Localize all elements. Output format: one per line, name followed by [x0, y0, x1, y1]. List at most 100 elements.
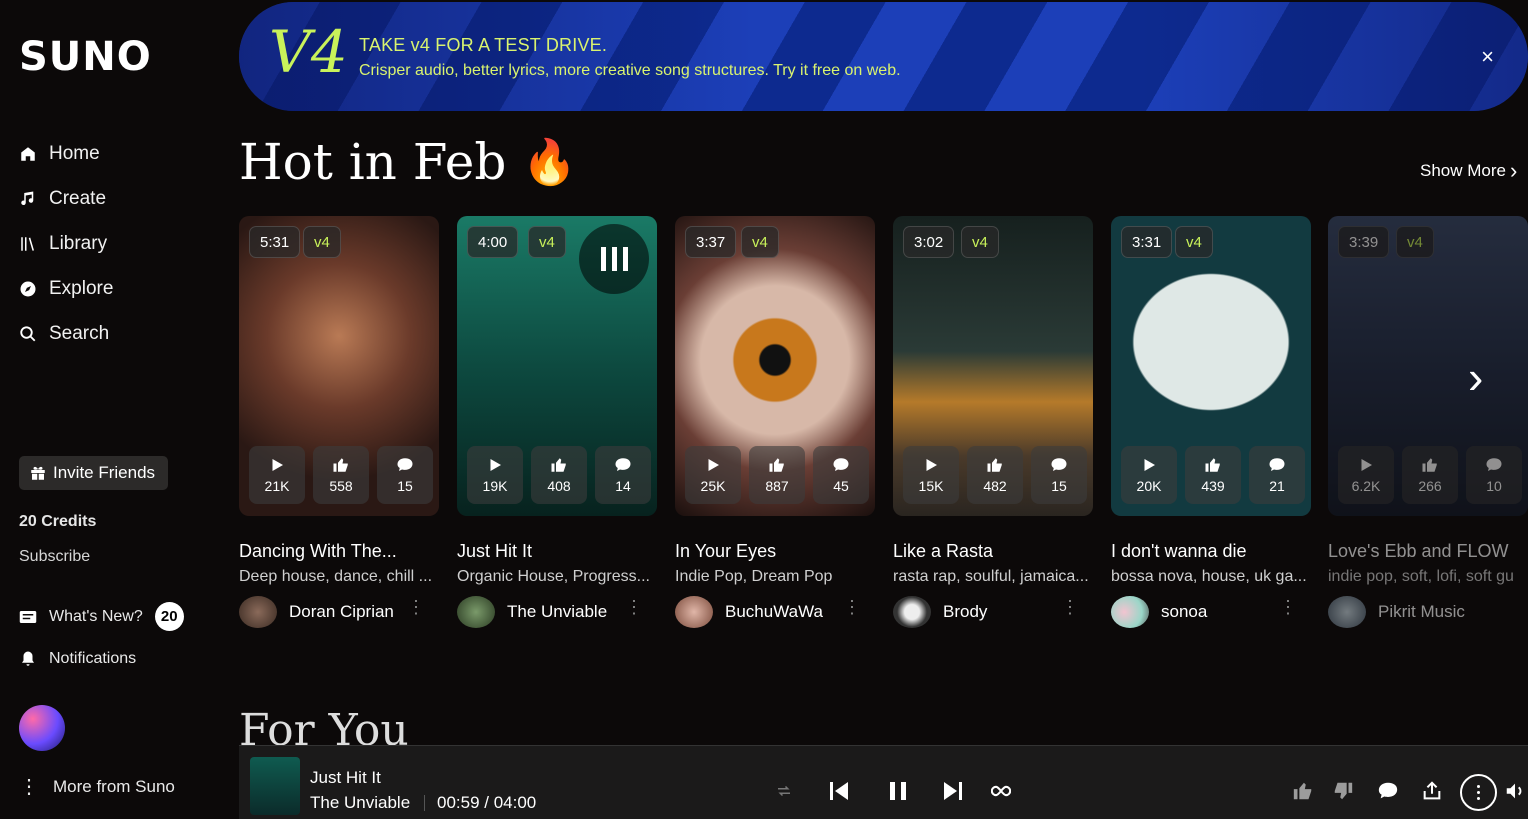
song-card[interactable]: 3:39 v4 6.2K 266 10 Love's Ebb and FLOW …: [1328, 216, 1528, 628]
like-count[interactable]: 439: [1185, 446, 1241, 504]
like-count[interactable]: 266: [1402, 446, 1458, 504]
subscribe-link[interactable]: Subscribe: [19, 548, 90, 566]
artist-row: BuchuWaWa ⋮: [675, 596, 875, 628]
more-options-icon[interactable]: ⋮: [1279, 598, 1297, 616]
version-badge: v4: [528, 226, 566, 258]
artist-avatar[interactable]: [1328, 596, 1366, 628]
artist-name[interactable]: sonoa: [1161, 602, 1207, 622]
comment-count[interactable]: 10: [1466, 446, 1522, 504]
song-cover[interactable]: 3:02 v4 15K 482 15: [893, 216, 1093, 516]
play-count[interactable]: 21K: [249, 446, 305, 504]
nav-search-label: Search: [49, 323, 110, 344]
nav-create[interactable]: Create: [19, 184, 106, 214]
thumbs-up-icon[interactable]: [1292, 780, 1314, 807]
whats-new-button[interactable]: What's New? 20: [19, 602, 184, 631]
nav-explore[interactable]: Explore: [19, 274, 113, 304]
song-card[interactable]: 3:31 v4 20K 439 21 I don't wanna die bos…: [1111, 216, 1311, 628]
song-card[interactable]: 3:37 v4 25K 887 45 In Your Eyes Indie Po…: [675, 216, 875, 628]
infinity-icon[interactable]: [991, 783, 1011, 799]
nav-search[interactable]: Search: [19, 319, 109, 349]
show-more-link[interactable]: Show More ›: [1420, 158, 1517, 184]
artist-avatar[interactable]: [239, 596, 277, 628]
play-count[interactable]: 15K: [903, 446, 959, 504]
more-options-icon[interactable]: [1460, 774, 1497, 811]
version-badge: v4: [303, 226, 341, 258]
artist-name[interactable]: BuchuWaWa: [725, 602, 823, 622]
suno-logo[interactable]: SUNO: [19, 34, 152, 80]
carousel-next-icon[interactable]: ›: [1468, 350, 1483, 404]
artist-name[interactable]: Doran Ciprian: [289, 602, 394, 622]
player-song-title[interactable]: Just Hit It: [310, 768, 381, 788]
skip-previous-icon[interactable]: [827, 779, 851, 803]
banner-subtitle: Crisper audio, better lyrics, more creat…: [359, 62, 901, 79]
artist-avatar[interactable]: [1111, 596, 1149, 628]
nav-library[interactable]: Library: [19, 229, 107, 259]
library-icon: [21, 237, 34, 251]
for-you-heading: For You: [239, 705, 409, 745]
player-artist-name[interactable]: The Unviable: [310, 793, 410, 813]
play-count[interactable]: 25K: [685, 446, 741, 504]
user-avatar[interactable]: [19, 705, 65, 751]
repeat-icon[interactable]: [775, 782, 793, 800]
skip-next-icon[interactable]: [941, 779, 965, 803]
close-icon[interactable]: ×: [1481, 44, 1494, 70]
like-count-value: 482: [983, 478, 1007, 494]
comment-icon[interactable]: [1377, 780, 1399, 807]
app: SUNO Home Create Library Explore Search …: [0, 0, 1528, 819]
song-title[interactable]: Dancing With The...: [239, 541, 439, 562]
comment-count[interactable]: 15: [1031, 446, 1087, 504]
song-card[interactable]: 4:00 v4 19K 408 14 Just Hit It Organic H…: [457, 216, 657, 628]
song-card[interactable]: 3:02 v4 15K 482 15 Like a Rasta rasta ra…: [893, 216, 1093, 628]
comment-count[interactable]: 15: [377, 446, 433, 504]
v4-promo-banner[interactable]: V4 TAKE v4 FOR A TEST DRIVE. Crisper aud…: [239, 2, 1528, 111]
song-card[interactable]: 5:31 v4 21K 558 15 Dancing With The... D…: [239, 216, 439, 628]
like-count[interactable]: 558: [313, 446, 369, 504]
share-icon[interactable]: [1421, 780, 1443, 807]
invite-friends-label: Invite Friends: [53, 463, 156, 482]
artist-avatar[interactable]: [675, 596, 713, 628]
v4-logo: V4: [269, 18, 348, 86]
artist-avatar[interactable]: [457, 596, 495, 628]
song-title[interactable]: In Your Eyes: [675, 541, 875, 562]
invite-friends-button[interactable]: Invite Friends: [19, 456, 168, 490]
like-count[interactable]: 887: [749, 446, 805, 504]
play-count[interactable]: 6.2K: [1338, 446, 1394, 504]
like-count[interactable]: 482: [967, 446, 1023, 504]
pause-icon[interactable]: [579, 224, 649, 294]
artist-name[interactable]: Brody: [943, 602, 987, 622]
song-title[interactable]: Love's Ebb and FLOW: [1328, 541, 1528, 562]
more-options-icon[interactable]: ⋮: [625, 598, 643, 616]
volume-icon[interactable]: [1504, 780, 1526, 807]
artist-avatar[interactable]: [893, 596, 931, 628]
song-cover[interactable]: 3:31 v4 20K 439 21: [1111, 216, 1311, 516]
song-genre: indie pop, soft, lofi, soft gu: [1328, 568, 1514, 585]
more-options-icon[interactable]: ⋮: [407, 598, 425, 616]
play-count[interactable]: 20K: [1121, 446, 1177, 504]
song-cover[interactable]: 3:39 v4 6.2K 266 10: [1328, 216, 1528, 516]
nav-home[interactable]: Home: [19, 139, 100, 169]
song-cover[interactable]: 4:00 v4 19K 408 14: [457, 216, 657, 516]
artist-name[interactable]: The Unviable: [507, 602, 607, 622]
version-badge: v4: [741, 226, 779, 258]
player-thumbnail[interactable]: [250, 757, 300, 815]
play-count[interactable]: 19K: [467, 446, 523, 504]
play-icon: [490, 459, 501, 471]
thumbs-down-icon[interactable]: [1332, 780, 1354, 807]
search-icon: [20, 326, 36, 342]
comment-count[interactable]: 21: [1249, 446, 1305, 504]
more-from-suno-button[interactable]: ⋮ More from Suno: [19, 777, 175, 797]
song-title[interactable]: I don't wanna die: [1111, 541, 1311, 562]
comment-count[interactable]: 45: [813, 446, 869, 504]
pause-icon[interactable]: [886, 779, 910, 803]
thumbs-up-icon: [987, 458, 1002, 472]
more-options-icon[interactable]: ⋮: [1061, 598, 1079, 616]
song-title[interactable]: Just Hit It: [457, 541, 657, 562]
artist-name[interactable]: Pikrit Music: [1378, 602, 1465, 622]
song-title[interactable]: Like a Rasta: [893, 541, 1093, 562]
song-cover[interactable]: 5:31 v4 21K 558 15: [239, 216, 439, 516]
song-cover[interactable]: 3:37 v4 25K 887 45: [675, 216, 875, 516]
comment-count[interactable]: 14: [595, 446, 651, 504]
like-count[interactable]: 408: [531, 446, 587, 504]
notifications-button[interactable]: Notifications: [19, 650, 136, 668]
more-options-icon[interactable]: ⋮: [843, 598, 861, 616]
